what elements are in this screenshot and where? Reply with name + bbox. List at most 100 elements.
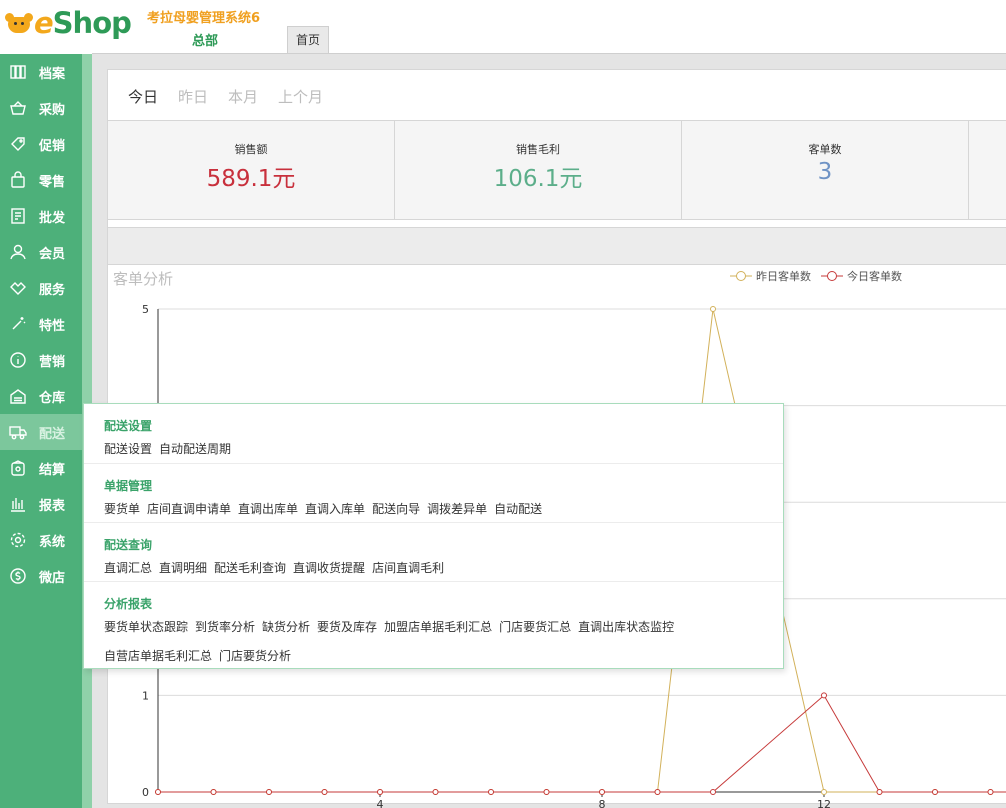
flyout-menu-link[interactable]: 缺货分析	[262, 613, 310, 642]
flyout-menu-link[interactable]: 门店要货分析	[219, 642, 291, 671]
y-tick-label: 1	[142, 689, 149, 702]
flyout-group-links: 配送设置 自动配送周期	[104, 435, 744, 464]
basket-icon	[8, 98, 28, 118]
flyout-menu-link[interactable]: 直调出库状态监控	[578, 613, 674, 642]
sidebar-item-11[interactable]: 结算	[0, 450, 82, 486]
data-point	[821, 692, 827, 699]
sidebar-item-label: 结算	[39, 462, 66, 478]
period-last-month[interactable]: 上个月	[278, 86, 323, 107]
flyout-menu-link[interactable]: 店间直调申请单	[147, 495, 231, 524]
data-point	[599, 789, 605, 795]
flyout-menu-link[interactable]: 加盟店单据毛利汇总	[384, 613, 492, 642]
flyout-group-links: 直调汇总 直调明细 配送毛利查询 直调收货提醒 店间直调毛利	[104, 554, 744, 583]
x-tick-label: 12	[817, 798, 831, 808]
flyout-menu-link[interactable]: 门店要货汇总	[499, 613, 571, 642]
sidebar-item-label: 配送	[39, 426, 66, 442]
tag-icon	[8, 134, 28, 154]
legend-yesterday-marker-icon	[730, 271, 752, 281]
stat-gross-profit-label: 销售毛利	[516, 143, 560, 156]
sidebar-item-10[interactable]: 配送	[0, 414, 82, 450]
sidebar-item-2[interactable]: 促销	[0, 126, 82, 162]
flyout-group-title: 配送查询	[104, 538, 153, 552]
stat-gross-profit-value: 106.1元	[493, 166, 583, 192]
flyout-group-title: 分析报表	[104, 597, 153, 611]
flyout-menu-link[interactable]: 要货单	[104, 495, 140, 524]
period-tabs: 今日 昨日 本月 上个月	[128, 86, 323, 107]
legend-yesterday[interactable]: 昨日客单数	[730, 268, 811, 284]
stat-sales-label: 销售额	[234, 143, 268, 156]
sidebar: 档案采购促销零售批发会员服务特性营销仓库配送结算报表系统微店	[0, 54, 82, 808]
data-point	[710, 789, 716, 795]
sidebar-item-7[interactable]: 特性	[0, 306, 82, 342]
flyout-group-3: 分析报表要货单状态跟踪 到货率分析 缺货分析 要货及库存 加盟店单据毛利汇总 门店要货汇总…	[84, 582, 783, 670]
stat-order-count-value: 3	[817, 159, 833, 185]
flyout-menu-link[interactable]: 直调明细	[159, 554, 207, 583]
flyout-menu-link[interactable]: 直调汇总	[104, 554, 152, 583]
sidebar-item-label: 采购	[39, 102, 66, 118]
sidebar-item-label: 批发	[39, 210, 66, 226]
flyout-group-2: 配送查询直调汇总 直调明细 配送毛利查询 直调收货提醒 店间直调毛利	[84, 523, 783, 582]
data-point	[266, 789, 272, 795]
data-point	[543, 789, 550, 795]
stat-order-count: 客单数 3	[682, 121, 969, 219]
brand-name: eShop	[34, 6, 132, 40]
eshop-logo[interactable]: eShop	[4, 6, 132, 40]
flyout-menu-link[interactable]: 店间直调毛利	[372, 554, 444, 583]
sidebar-item-label: 会员	[39, 246, 66, 262]
sidebar-item-label: 服务	[39, 282, 66, 298]
sidebar-item-1[interactable]: 采购	[0, 90, 82, 126]
flyout-menu-link[interactable]: 自动配送	[494, 495, 542, 524]
magic-wand-icon	[8, 314, 28, 334]
system-name: 考拉母婴管理系统6	[147, 11, 261, 26]
flyout-menu-link[interactable]: 自动配送周期	[159, 435, 231, 464]
sidebar-item-5[interactable]: 会员	[0, 234, 82, 270]
sidebar-item-label: 特性	[39, 318, 66, 334]
flyout-menu-link[interactable]: 调拨差异单	[427, 495, 487, 524]
sidebar-item-label: 仓库	[39, 390, 66, 406]
sidebar-item-9[interactable]: 仓库	[0, 378, 82, 414]
warehouse-icon	[8, 386, 28, 406]
branch-name[interactable]: 总部	[192, 30, 218, 49]
flyout-menu-link[interactable]: 直调出库单	[238, 495, 298, 524]
data-point	[710, 306, 716, 312]
flyout-menu-link[interactable]: 配送设置	[104, 435, 152, 464]
flyout-menu-link[interactable]: 要货及库存	[317, 613, 377, 642]
truck-icon	[8, 422, 28, 442]
x-tick-label: 8	[599, 798, 606, 808]
sidebar-item-0[interactable]: 档案	[0, 54, 82, 90]
sidebar-item-13[interactable]: 系统	[0, 522, 82, 558]
stat-sales: 销售额 589.1元	[108, 121, 395, 219]
period-yesterday[interactable]: 昨日	[178, 86, 208, 107]
period-this-month[interactable]: 本月	[228, 86, 258, 107]
chart-legend: 昨日客单数 今日客单数	[730, 268, 902, 284]
gear-icon	[8, 530, 28, 550]
sidebar-item-label: 促销	[39, 138, 66, 154]
coin-icon	[8, 566, 28, 586]
series-line-1	[158, 694, 1006, 793]
sidebar-item-label: 营销	[39, 354, 66, 370]
sidebar-item-label: 零售	[39, 174, 66, 190]
flyout-menu-link[interactable]: 要货单状态跟踪	[104, 613, 188, 642]
koala-logo-icon	[4, 11, 34, 35]
data-point	[932, 789, 938, 795]
sidebar-item-label: 报表	[39, 498, 66, 514]
tab-home[interactable]: 首页	[287, 26, 329, 54]
flyout-menu-link[interactable]: 直调入库单	[305, 495, 365, 524]
flyout-menu-link[interactable]: 配送毛利查询	[214, 554, 286, 583]
data-point	[155, 789, 161, 795]
bar-chart-icon	[8, 494, 28, 514]
legend-today[interactable]: 今日客单数	[821, 268, 902, 284]
flyout-menu-link[interactable]: 直调收货提醒	[293, 554, 365, 583]
sidebar-item-label: 微店	[39, 570, 66, 586]
sidebar-item-4[interactable]: 批发	[0, 198, 82, 234]
flyout-menu-link[interactable]: 自营店单据毛利汇总	[104, 642, 212, 671]
sidebar-item-3[interactable]: 零售	[0, 162, 82, 198]
period-today[interactable]: 今日	[128, 86, 158, 107]
sidebar-item-6[interactable]: 服务	[0, 270, 82, 306]
sidebar-item-12[interactable]: 报表	[0, 486, 82, 522]
sidebar-item-8[interactable]: 营销	[0, 342, 82, 378]
sidebar-item-14[interactable]: 微店	[0, 558, 82, 594]
flyout-menu-link[interactable]: 到货率分析	[195, 613, 255, 642]
flyout-menu-link[interactable]: 配送向导	[372, 495, 420, 524]
data-point	[987, 789, 994, 795]
